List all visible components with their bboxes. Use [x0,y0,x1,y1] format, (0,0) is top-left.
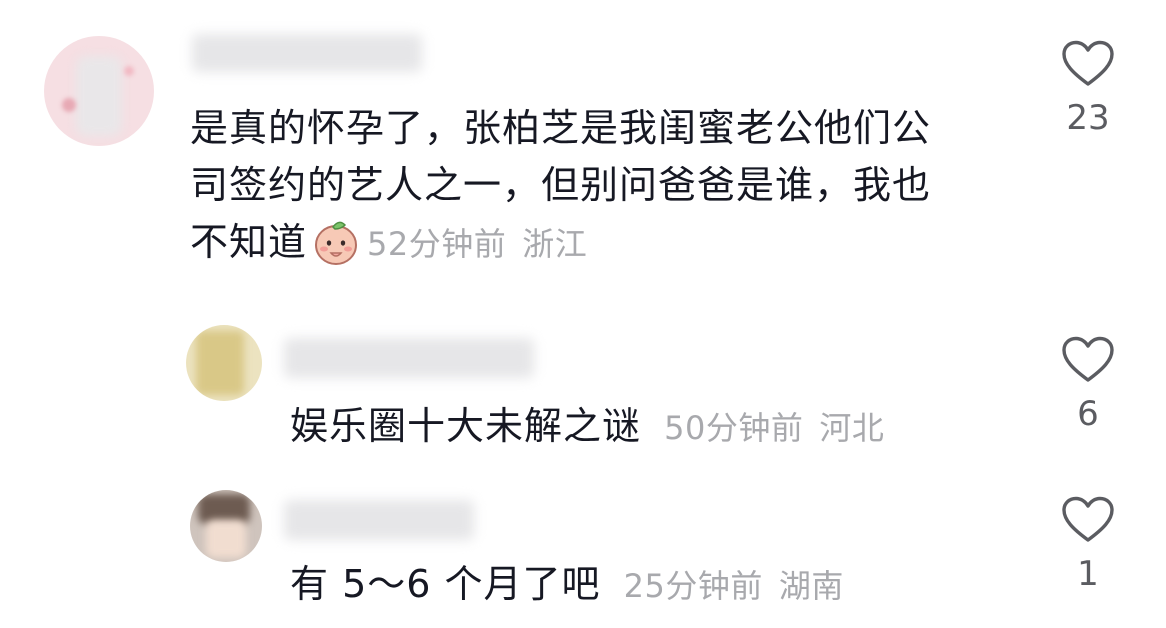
comment-line: 有 5～6 个月了吧 [290,562,601,606]
comment-location: 河北 [819,409,885,447]
comment-location: 湖南 [778,567,844,605]
heart-outline-icon [1062,40,1114,86]
like-button[interactable]: 6 [1058,336,1118,434]
comment-text: 是真的怀孕了，张柏芝是我闺蜜老公他们公 司签约的艺人之一，但别问爸爸是谁，我也 … [190,100,1020,273]
comment-line-last: 不知道 52分钟前 浙江 [190,214,1020,273]
comment-text: 娱乐圈十大未解之谜 50分钟前 河北 [290,398,990,457]
like-count: 23 [1066,98,1110,138]
comment-time: 25分钟前 [623,567,763,605]
heart-outline-icon [1062,336,1114,382]
comment-line: 是真的怀孕了，张柏芝是我闺蜜老公他们公 [190,106,932,150]
avatar[interactable] [190,490,262,562]
comment-time: 50分钟前 [664,409,804,447]
avatar[interactable] [186,325,262,401]
comment-line: 娱乐圈十大未解之谜 [290,404,642,448]
comment-line: 不知道 [190,220,308,264]
username-obscured[interactable] [192,34,422,72]
comment-location: 浙江 [522,225,588,263]
comment-line: 司签约的艺人之一，但别问爸爸是谁，我也 [190,163,932,207]
username-obscured[interactable] [284,338,534,378]
username-obscured[interactable] [284,500,474,540]
like-button[interactable]: 23 [1058,40,1118,138]
comment-time: 52分钟前 [367,225,507,263]
like-count: 6 [1077,394,1099,434]
avatar[interactable] [44,36,154,146]
comment-text: 有 5～6 个月了吧 25分钟前 湖南 [290,556,990,615]
embarrassed-peach-emoji [311,215,361,267]
like-count: 1 [1077,554,1099,594]
like-button[interactable]: 1 [1058,496,1118,594]
heart-outline-icon [1062,496,1114,542]
